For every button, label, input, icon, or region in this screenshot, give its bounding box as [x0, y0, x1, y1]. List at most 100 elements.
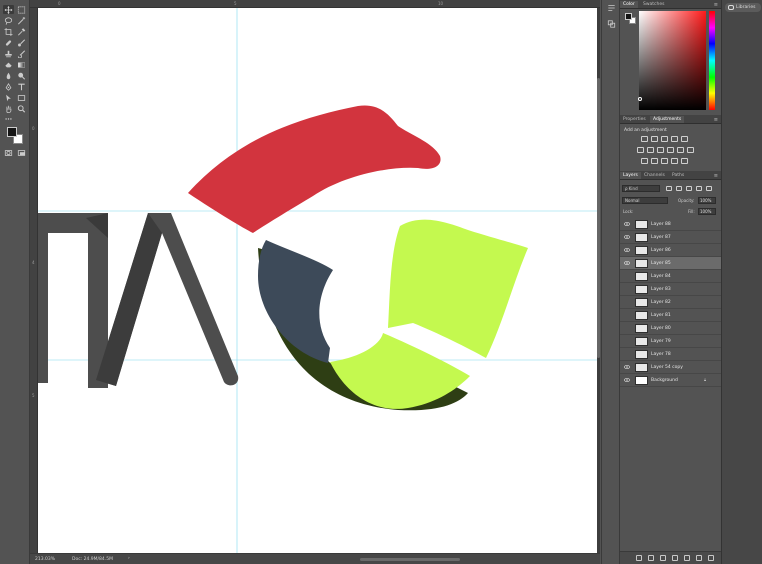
type-icon[interactable] — [16, 82, 27, 91]
new-adjustment-layer-icon[interactable] — [672, 555, 678, 561]
tab-paths[interactable]: Paths — [669, 172, 687, 179]
libraries-button[interactable]: Libraries — [725, 3, 761, 12]
color-picker-marker[interactable] — [638, 97, 642, 101]
tab-layers[interactable]: Layers — [620, 172, 641, 179]
vertical-ruler[interactable]: 0 4 5 — [30, 8, 38, 553]
layer-row[interactable]: Background 🔒︎ — [620, 374, 721, 387]
color-balance-icon[interactable] — [647, 147, 654, 153]
blend-mode-select[interactable]: Normal — [622, 197, 668, 204]
kind-filter-select[interactable]: ρ Kind — [622, 185, 660, 192]
layer-row[interactable]: Layer 88 — [620, 218, 721, 231]
pixel-filter-icon[interactable] — [666, 186, 672, 191]
hand-icon[interactable] — [3, 104, 14, 113]
panel-menu-icon[interactable]: ≡ — [714, 173, 718, 179]
layer-row[interactable]: Layer 82 — [620, 296, 721, 309]
healing-icon[interactable] — [3, 38, 14, 47]
layer-row[interactable]: Layer 81 — [620, 309, 721, 322]
stamp-icon[interactable] — [3, 49, 14, 58]
lasso-icon[interactable] — [3, 16, 14, 25]
layer-row[interactable]: Layer 87 — [620, 231, 721, 244]
scroll-thumb[interactable] — [597, 78, 600, 358]
zoom-icon[interactable] — [16, 104, 27, 113]
tab-properties[interactable]: Properties — [620, 116, 649, 123]
foreground-color-swatch[interactable] — [7, 127, 17, 137]
foreground-color-chip[interactable] — [625, 13, 632, 20]
levels-icon[interactable] — [651, 136, 658, 142]
vertical-scrollbar[interactable] — [597, 8, 600, 553]
invert-icon[interactable] — [641, 158, 648, 164]
gradient-map-icon[interactable] — [671, 158, 678, 164]
horizontal-scroll-thumb[interactable] — [360, 558, 460, 561]
channel-mixer-icon[interactable] — [677, 147, 684, 153]
more-icon[interactable] — [3, 114, 14, 123]
tab-color[interactable]: Color — [620, 1, 638, 8]
layer-row[interactable]: Layer 83 — [620, 283, 721, 296]
layer-row[interactable]: Layer 84 — [620, 270, 721, 283]
eyedropper-icon[interactable] — [16, 27, 27, 36]
color-lookup-icon[interactable] — [687, 147, 694, 153]
eye-icon[interactable] — [624, 222, 630, 226]
fx-icon[interactable] — [648, 555, 654, 561]
layer-row[interactable]: Layer 80 — [620, 322, 721, 335]
layer-row[interactable]: Layer 86 — [620, 244, 721, 257]
eraser-icon[interactable] — [3, 60, 14, 69]
eye-icon[interactable] — [624, 261, 630, 265]
threshold-icon[interactable] — [661, 158, 668, 164]
black-white-icon[interactable] — [657, 147, 664, 153]
eye-icon[interactable] — [624, 378, 630, 382]
exposure-icon[interactable] — [671, 136, 678, 142]
tab-adjustments[interactable]: Adjustments — [650, 116, 685, 123]
vibrance-icon[interactable] — [681, 136, 688, 142]
magic-wand-icon[interactable] — [16, 16, 27, 25]
lock-icon[interactable]: 🔒︎ — [704, 377, 706, 382]
curves-icon[interactable] — [661, 136, 668, 142]
eye-icon[interactable] — [624, 365, 630, 369]
layer-mask-icon[interactable] — [660, 555, 666, 561]
layer-row[interactable]: Layer 85 — [620, 257, 721, 270]
screen-mode-icon[interactable] — [16, 148, 27, 157]
zoom-level[interactable]: 213.03% — [35, 557, 55, 562]
status-menu-arrow[interactable]: › — [128, 556, 130, 561]
smart-object-filter-icon[interactable] — [706, 186, 712, 191]
document-canvas[interactable] — [38, 8, 597, 553]
layer-row[interactable]: Layer 78 — [620, 348, 721, 361]
new-group-icon[interactable] — [684, 555, 690, 561]
posterize-icon[interactable] — [651, 158, 658, 164]
gradient-icon[interactable] — [16, 60, 27, 69]
hue-saturation-icon[interactable] — [637, 147, 644, 153]
hue-slider[interactable] — [709, 11, 715, 110]
properties-panel-icon[interactable] — [606, 19, 617, 28]
photo-filter-icon[interactable] — [667, 147, 674, 153]
adjustment-filter-icon[interactable] — [676, 186, 682, 191]
tab-swatches[interactable]: Swatches — [640, 1, 668, 8]
brush-icon[interactable] — [16, 38, 27, 47]
move-icon[interactable] — [3, 5, 14, 14]
selective-color-icon[interactable] — [681, 158, 688, 164]
eye-icon[interactable] — [624, 248, 630, 252]
new-layer-icon[interactable] — [696, 555, 702, 561]
path-select-icon[interactable] — [3, 93, 14, 102]
history-brush-icon[interactable] — [16, 49, 27, 58]
panel-menu-icon[interactable]: ≡ — [714, 2, 718, 8]
shape-filter-icon[interactable] — [696, 186, 702, 191]
history-panel-icon[interactable] — [606, 3, 617, 12]
color-field[interactable] — [639, 11, 706, 110]
fill-input[interactable]: 100% — [698, 208, 716, 215]
opacity-input[interactable]: 100% — [698, 197, 716, 204]
crop-icon[interactable] — [3, 27, 14, 36]
dodge-icon[interactable] — [16, 71, 27, 80]
layer-row[interactable]: Layer 54 copy — [620, 361, 721, 374]
eye-icon[interactable] — [624, 235, 630, 239]
pen-icon[interactable] — [3, 82, 14, 91]
blur-icon[interactable] — [3, 71, 14, 80]
panel-menu-icon[interactable]: ≡ — [714, 117, 718, 123]
marquee-icon[interactable] — [16, 5, 27, 14]
trash-icon[interactable] — [708, 555, 714, 561]
quick-mask-icon[interactable] — [3, 148, 14, 157]
shape-icon[interactable] — [16, 93, 27, 102]
link-layers-icon[interactable] — [636, 555, 642, 561]
tab-channels[interactable]: Channels — [641, 172, 668, 179]
type-filter-icon[interactable] — [686, 186, 692, 191]
brightness-icon[interactable] — [641, 136, 648, 142]
horizontal-ruler[interactable]: 0 5 10 — [30, 0, 600, 8]
